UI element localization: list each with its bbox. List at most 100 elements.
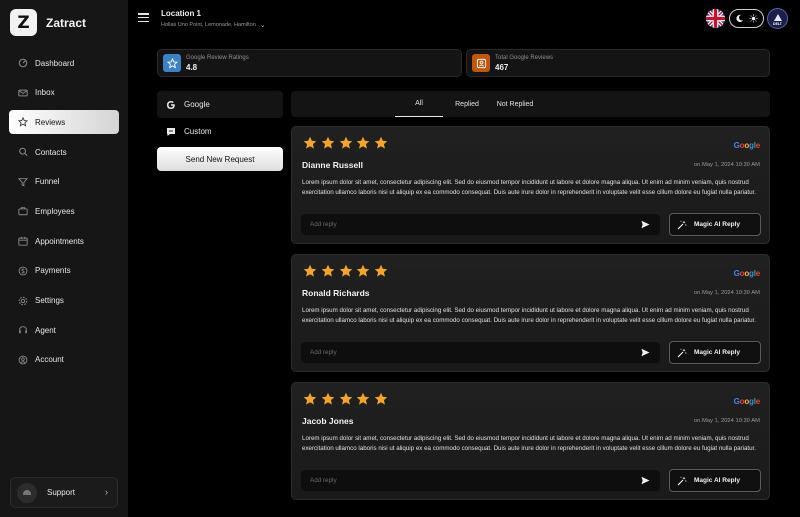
- sidebar-item-label: Contacts: [35, 147, 67, 157]
- sidebar-item-employees[interactable]: Employees: [9, 199, 119, 223]
- sidebar-item-contacts[interactable]: Contacts: [9, 140, 119, 164]
- stat-google-rating: Google Review Ratings 4.8: [157, 49, 462, 77]
- tab-all[interactable]: All: [395, 91, 443, 117]
- sidebar-item-label: Payments: [35, 266, 71, 276]
- google-icon: [166, 100, 176, 110]
- source-item-google[interactable]: Google: [157, 91, 283, 118]
- support-button[interactable]: Support ›: [10, 477, 118, 508]
- employees-icon: [17, 205, 29, 217]
- review-card: Google Ronald Richards on May 1, 2024 10…: [291, 254, 770, 372]
- chat-icon: [166, 127, 176, 137]
- inbox-icon: [17, 87, 29, 99]
- brand[interactable]: Z Zatract: [10, 9, 86, 36]
- calendar-icon: [17, 235, 29, 247]
- star-icon: [303, 264, 317, 277]
- send-icon[interactable]: [641, 476, 650, 485]
- reply-placeholder: Add reply: [310, 349, 337, 356]
- chevron-down-icon: ⌄: [259, 22, 266, 29]
- dashboard-icon: [17, 57, 29, 69]
- star-icon: [357, 136, 370, 149]
- reply-placeholder: Add reply: [310, 477, 337, 484]
- tab-not-replied[interactable]: Not Replied: [491, 91, 539, 117]
- magic-ai-reply-button[interactable]: Magic AI Reply: [669, 341, 761, 364]
- sidebar-item-inbox[interactable]: Inbox: [9, 81, 119, 105]
- zatract-logo-icon: Z: [10, 9, 37, 36]
- sidebar-item-settings[interactable]: Settings: [9, 289, 119, 313]
- reply-input[interactable]: Add reply: [301, 214, 660, 235]
- sidebar-item-account[interactable]: Account: [9, 348, 119, 372]
- magic-ai-reply-button[interactable]: Magic AI Reply: [669, 469, 761, 492]
- sidebar-item-payments[interactable]: Payments: [9, 259, 119, 283]
- google-logo-icon: Google: [733, 141, 761, 150]
- reply-input[interactable]: Add reply: [301, 470, 660, 491]
- magic-wand-icon: [677, 476, 687, 485]
- star-rating: [303, 264, 392, 278]
- review-text: Lorem ipsum dolor sit amet, consectetur …: [302, 435, 756, 452]
- google-logo-icon: Google: [733, 269, 761, 278]
- star-icon: [374, 136, 388, 149]
- delta-logo-icon: [773, 13, 782, 21]
- sidebar-item-funnel[interactable]: Funnel: [9, 170, 119, 194]
- magic-ai-reply-button[interactable]: Magic AI Reply: [669, 213, 761, 236]
- stat-label: Total Google Reviews: [495, 54, 554, 61]
- star-rating: [303, 392, 392, 406]
- source-item-custom[interactable]: Custom: [157, 118, 283, 145]
- reply-input[interactable]: Add reply: [301, 342, 660, 363]
- reply-placeholder: Add reply: [310, 221, 337, 228]
- send-new-request-button[interactable]: Send New Request: [157, 147, 283, 171]
- star-icon: [357, 264, 370, 277]
- stat-value: 4.8: [186, 62, 198, 72]
- reviewer-name: Jacob Jones: [302, 416, 354, 426]
- source-label: Custom: [184, 127, 212, 136]
- headset-icon: [17, 324, 29, 336]
- send-icon[interactable]: [641, 220, 650, 229]
- magic-ai-reply-label: Magic AI Reply: [694, 477, 740, 484]
- theme-toggle[interactable]: [729, 9, 764, 28]
- sidebar: Z Zatract Dashboard Inbox Reviews Contac…: [0, 0, 128, 517]
- review-filter-tabs: All Replied Not Replied: [291, 91, 770, 117]
- sidebar-item-label: Account: [35, 355, 64, 365]
- star-icon: [339, 264, 352, 277]
- star-icon: [357, 392, 370, 405]
- avatar-label: DELT: [773, 21, 782, 26]
- sidebar-nav: Dashboard Inbox Reviews Contacts Funnel …: [9, 51, 119, 378]
- stat-total-reviews: Total Google Reviews 467: [466, 49, 770, 77]
- star-icon: [374, 264, 388, 277]
- star-icon: [321, 136, 335, 149]
- stat-label: Google Review Ratings: [186, 54, 249, 61]
- sidebar-item-agent[interactable]: Agent: [9, 318, 119, 342]
- magic-ai-reply-label: Magic AI Reply: [694, 221, 740, 228]
- payments-icon: [17, 265, 29, 277]
- hamburger-menu-icon[interactable]: [138, 12, 149, 23]
- reviewer-name: Dianne Russell: [302, 160, 363, 170]
- sidebar-item-label: Reviews: [35, 117, 66, 127]
- tab-replied[interactable]: Replied: [443, 91, 491, 117]
- google-logo-icon: Google: [733, 397, 761, 406]
- review-date: on May 1, 2024 10:30 AM: [693, 418, 760, 424]
- sidebar-item-appointments[interactable]: Appointments: [9, 229, 119, 253]
- sidebar-item-label: Appointments: [35, 236, 84, 246]
- star-icon: [321, 392, 335, 405]
- review-card: Google Jacob Jones on May 1, 2024 10:30 …: [291, 382, 770, 500]
- source-label: Google: [184, 100, 210, 109]
- reviewer-name: Ronald Richards: [302, 288, 370, 298]
- account-icon: [17, 354, 29, 366]
- sidebar-item-label: Inbox: [35, 88, 55, 98]
- magic-wand-icon: [677, 220, 687, 229]
- star-icon: [339, 392, 352, 405]
- review-text: Lorem ipsum dolor sit amet, consectetur …: [302, 179, 756, 196]
- sidebar-item-reviews[interactable]: Reviews: [9, 110, 119, 135]
- star-icon: [303, 136, 317, 149]
- user-icon: [472, 54, 490, 72]
- sidebar-item-dashboard[interactable]: Dashboard: [9, 51, 119, 75]
- sidebar-item-label: Funnel: [35, 177, 60, 187]
- sidebar-item-label: Agent: [35, 325, 56, 335]
- location-title[interactable]: Location 1: [161, 9, 201, 18]
- send-icon[interactable]: [641, 348, 650, 357]
- uk-flag-icon[interactable]: [706, 9, 725, 28]
- star-icon: [163, 54, 181, 72]
- stat-value: 467: [495, 62, 509, 72]
- location-selector[interactable]: Hollas Uno Point, Lemonade, Hamilton ⌄: [161, 21, 266, 29]
- user-avatar[interactable]: DELT: [767, 8, 788, 29]
- review-date: on May 1, 2024 10:30 AM: [693, 162, 760, 168]
